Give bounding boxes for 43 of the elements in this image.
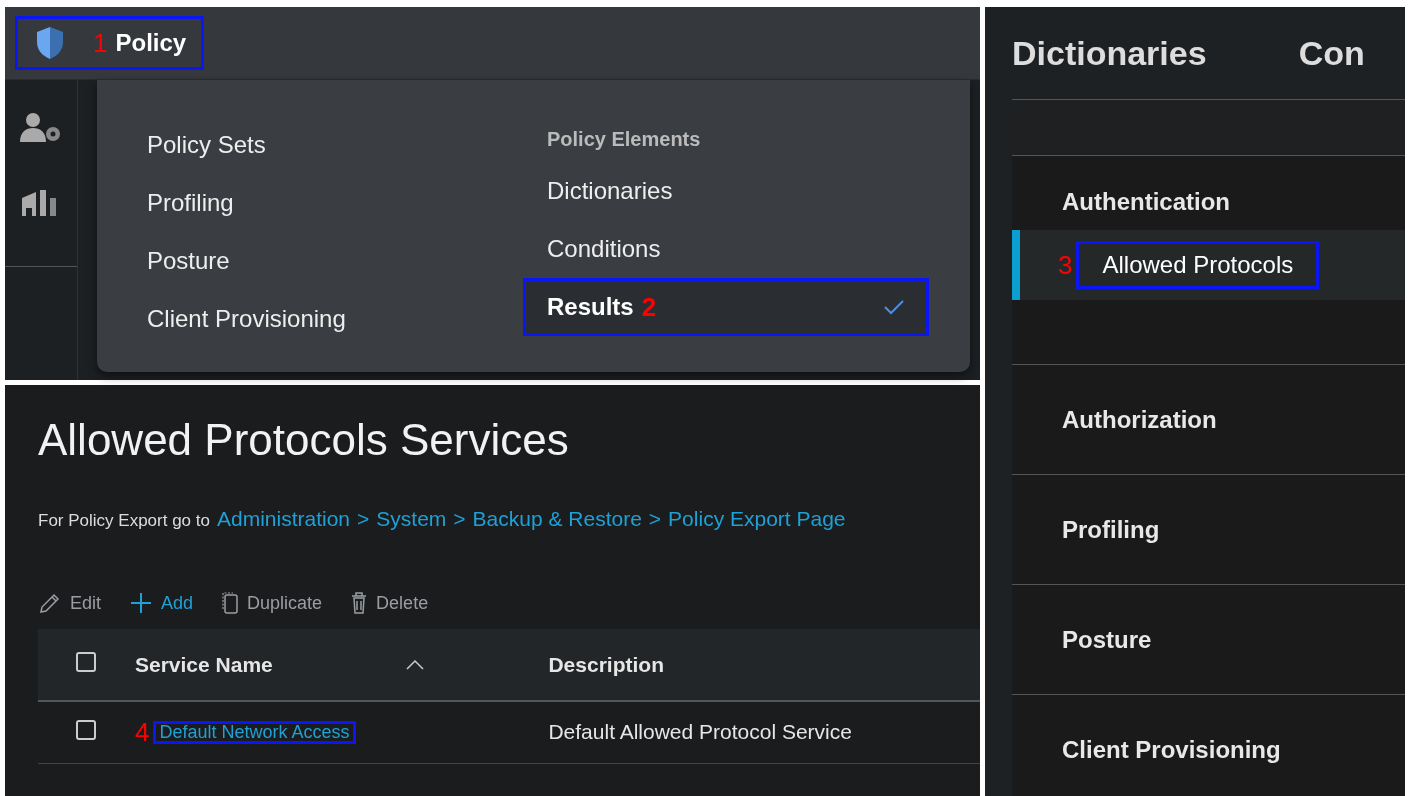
menu-item-label: Results bbox=[547, 293, 634, 321]
plus-icon bbox=[129, 591, 154, 615]
section-heading: Authentication bbox=[1061, 187, 1231, 217]
step-number: 1 bbox=[93, 27, 108, 59]
step-number: 2 bbox=[641, 291, 657, 323]
column-header[interactable]: Service Name bbox=[135, 652, 273, 677]
section-heading: Client Provisioning bbox=[1061, 734, 1282, 765]
trash-icon bbox=[350, 591, 369, 615]
breadcrumb-link[interactable]: Backup & Restore bbox=[472, 507, 642, 531]
check-icon bbox=[883, 299, 905, 315]
menu-item[interactable]: Results 2 bbox=[523, 278, 929, 336]
section-heading: Authorization bbox=[1061, 404, 1218, 435]
sort-ascending-icon[interactable] bbox=[405, 658, 425, 671]
column-header[interactable]: Description bbox=[548, 652, 664, 676]
nav-item[interactable]: 3 Allowed Protocols bbox=[1012, 230, 1405, 300]
page-title: Allowed Protocols Services bbox=[38, 415, 570, 465]
export-note: For Policy Export go to bbox=[38, 511, 210, 531]
breadcrumb-separator: > bbox=[648, 507, 662, 531]
step-number: 3 bbox=[1058, 249, 1073, 281]
copy-icon bbox=[221, 591, 240, 615]
shield-icon bbox=[35, 26, 65, 60]
service-name-link[interactable]: Default Network Access bbox=[153, 720, 356, 744]
section-heading: Posture bbox=[1061, 624, 1153, 655]
breadcrumb-link[interactable]: System bbox=[376, 507, 447, 531]
pencil-icon bbox=[38, 591, 62, 615]
breadcrumb-link[interactable]: Policy Export Page bbox=[668, 507, 846, 531]
row-checkbox[interactable] bbox=[76, 719, 96, 740]
tab[interactable]: Con bbox=[1298, 33, 1365, 73]
menu-item-label: Conditions bbox=[547, 235, 661, 263]
tab[interactable]: Dictionaries bbox=[1012, 33, 1207, 73]
step-number: 4 bbox=[135, 716, 150, 748]
menu-title: Policy bbox=[115, 29, 187, 57]
breadcrumb-link[interactable]: Administration bbox=[216, 507, 351, 531]
table-cell: Default Allowed Protocol Service bbox=[547, 701, 980, 763]
user-gear-icon[interactable] bbox=[20, 112, 62, 144]
section-heading: Profiling bbox=[1061, 514, 1161, 545]
nav-item-label: Allowed Protocols bbox=[1076, 241, 1320, 289]
select-all-checkbox[interactable] bbox=[76, 652, 96, 672]
menu-section-heading: Policy Elements bbox=[547, 126, 702, 152]
add-button[interactable]: Add bbox=[129, 591, 194, 615]
breadcrumb-separator: > bbox=[357, 507, 370, 531]
menu-item-label: Dictionaries bbox=[547, 177, 673, 205]
breadcrumb-separator: > bbox=[453, 507, 466, 531]
